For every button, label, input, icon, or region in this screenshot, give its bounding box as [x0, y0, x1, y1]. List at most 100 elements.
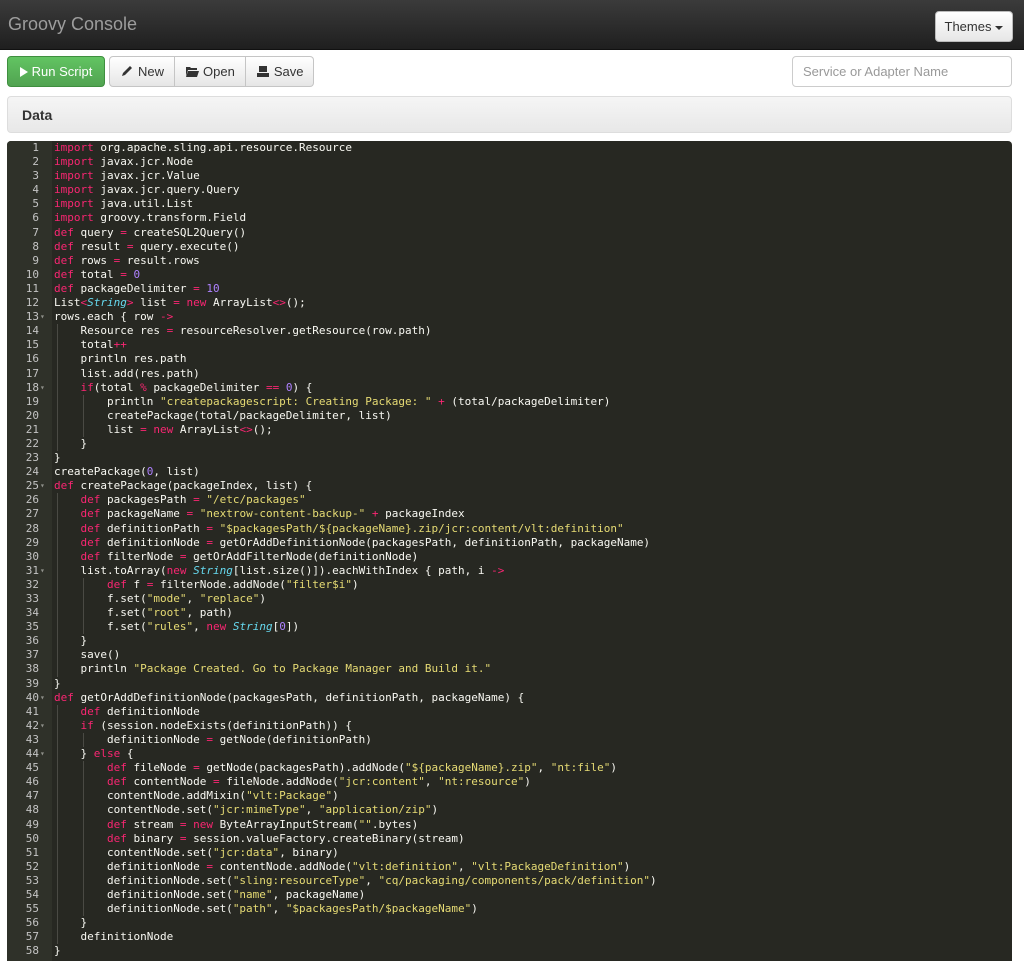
fold-arrow-icon[interactable]: ▾ [40, 747, 45, 761]
code-line[interactable]: 19 println "createpackagescript: Creatin… [7, 394, 1012, 409]
code-line[interactable]: 28 def definitionPath = "$packagesPath/$… [7, 521, 1012, 536]
line-number: 36 [25, 634, 39, 648]
save-button[interactable]: Save [245, 56, 315, 87]
save-label: Save [273, 64, 304, 79]
open-button[interactable]: Open [175, 56, 246, 87]
code-line[interactable]: 9 def rows = result.rows [7, 254, 1012, 268]
line-number: 17 [25, 366, 39, 380]
code-line[interactable]: 27 def packageName = "nextrow-content-ba… [7, 507, 1012, 522]
code-line[interactable]: 35 f.set("rules", new String[0]) [7, 620, 1012, 635]
code-line[interactable]: 25 ▾ def createPackage(packageIndex, list)… [7, 479, 1012, 493]
pencil-icon [122, 66, 132, 76]
code-line[interactable]: 23} [7, 451, 1012, 465]
code-line[interactable]: 16 println res.path [7, 352, 1012, 367]
code-text: def query = createSQL2Query() [54, 225, 247, 239]
fold-arrow-icon[interactable]: ▾ [40, 691, 45, 705]
line-number: 8 [32, 239, 39, 253]
data-panel-header[interactable]: Data [7, 96, 1012, 133]
service-name-input[interactable] [792, 56, 1012, 87]
code-line[interactable]: 58} [7, 944, 1012, 958]
code-line[interactable]: 1 import org.apache.sling.api.resource.Re… [7, 141, 1012, 155]
code-line[interactable]: 56 } [7, 916, 1012, 931]
code-line[interactable]: 52 definitionNode = contentNode.addNode(… [7, 859, 1012, 874]
line-number: 43 [25, 732, 39, 746]
code-line[interactable]: 5 import java.util.List [7, 197, 1012, 211]
code-line[interactable]: 42 ▾ if (session.nodeExists(definitionPat… [7, 718, 1012, 733]
code-line[interactable]: 55 definitionNode.set("path", "$packages… [7, 902, 1012, 917]
code-line[interactable]: 11 def packageDelimiter = 10 [7, 282, 1012, 296]
code-line[interactable]: 20 createPackage(total/packageDelimiter,… [7, 408, 1012, 423]
data-panel-title: Data [22, 107, 53, 123]
code-line[interactable]: 57 definitionNode [7, 930, 1012, 945]
code-line[interactable]: 7 def query = createSQL2Query() [7, 226, 1012, 240]
code-line[interactable]: 54 definitionNode.set("name", packageNam… [7, 887, 1012, 903]
code-line[interactable]: 2 import javax.jcr.Node [7, 155, 1012, 169]
line-number: 3 [32, 169, 39, 183]
code-text: definitionNode [54, 930, 174, 944]
code-line[interactable]: 41 def definitionNode [7, 704, 1012, 719]
themes-dropdown-button[interactable]: Themes [935, 11, 1013, 42]
line-number: 27 [25, 507, 39, 521]
code-line[interactable]: 4 import javax.jcr.query.Query [7, 183, 1012, 197]
code-line[interactable]: 26 def packagesPath = "/etc/packages" [7, 493, 1012, 508]
code-line[interactable]: 24 createPackage(0, list) [7, 465, 1012, 479]
code-line[interactable]: 53 definitionNode.set("sling:resourceTyp… [7, 873, 1012, 888]
app-title: Groovy Console [8, 14, 138, 34]
fold-arrow-icon[interactable]: ▾ [40, 564, 45, 578]
fold-arrow-icon[interactable]: ▾ [40, 381, 45, 395]
code-line[interactable]: 46 def contentNode = fileNode.addNode("j… [7, 775, 1012, 790]
fold-arrow-icon[interactable]: ▾ [40, 719, 45, 733]
code-line[interactable]: 17 list.add(res.path) [7, 366, 1012, 381]
code-text: def definitionPath = "$packagesPath/${pa… [80, 521, 624, 535]
code-line[interactable]: 44 ▾ } else { [7, 747, 1012, 762]
line-number: 28 [25, 521, 39, 535]
code-line[interactable]: 30 def filterNode = getOrAddFilterNode(d… [7, 549, 1012, 564]
code-line[interactable]: 47 contentNode.addMixin("vlt:Package") [7, 789, 1012, 804]
code-line[interactable]: 50 def binary = session.valueFactory.cre… [7, 831, 1012, 846]
code-line[interactable]: 6 import groovy.transform.Field [7, 211, 1012, 225]
new-button[interactable]: New [109, 56, 176, 87]
line-number: 19 [25, 394, 39, 408]
code-line[interactable]: 36 } [7, 634, 1012, 649]
code-line[interactable]: 45 def fileNode = getNode(packagesPath).… [7, 761, 1012, 776]
code-line[interactable]: 38 println "Package Created. Go to Packa… [7, 662, 1012, 677]
line-number: 58 [25, 944, 39, 958]
code-line[interactable]: 48 contentNode.set("jcr:mimeType", "appl… [7, 803, 1012, 818]
code-line[interactable]: 33 f.set("mode", "replace") [7, 592, 1012, 607]
code-line[interactable]: 29 def definitionNode = getOrAddDefiniti… [7, 535, 1012, 550]
folder-open-icon [186, 67, 200, 77]
code-line[interactable]: 34 f.set("root", path) [7, 606, 1012, 621]
code-line[interactable]: 39} [7, 677, 1012, 691]
file-button-group: New Open Save [109, 56, 315, 87]
code-line[interactable]: 3 import javax.jcr.Value [7, 169, 1012, 183]
code-line[interactable]: 10 def total = 0 [7, 268, 1012, 282]
fold-arrow-icon[interactable]: ▾ [40, 479, 45, 493]
line-number: 15 [25, 338, 39, 352]
code-text: list.add(res.path) [54, 366, 200, 380]
fold-arrow-icon[interactable]: ▾ [40, 310, 45, 324]
code-line[interactable]: 22 } [7, 436, 1012, 452]
line-number: 29 [25, 535, 39, 549]
code-text: definitionNode.set("path", "$packagesPat… [54, 902, 478, 916]
code-line[interactable]: 14 Resource res = resourceResolver.getRe… [7, 324, 1012, 339]
code-line[interactable]: 40 ▾ def getOrAddDefinitionNode(packagesPa… [7, 691, 1012, 705]
code-line[interactable]: 32 def f = filterNode.addNode("filter$i"… [7, 577, 1012, 592]
code-line[interactable]: 18 ▾ if(total % packageDelimiter == 0) { [7, 380, 1012, 395]
open-label: Open [203, 64, 235, 79]
code-line[interactable]: 15 total++ [7, 338, 1012, 353]
code-line[interactable]: 8 def result = query.execute() [7, 240, 1012, 254]
code-line[interactable]: 37 save() [7, 648, 1012, 663]
line-number: 41 [25, 704, 39, 718]
code-line[interactable]: 31 ▾ list.toArray(new String[list.size()]… [7, 563, 1012, 578]
code-editor[interactable]: 1 import org.apache.sling.api.resource.Re… [7, 141, 1012, 961]
line-number: 30 [25, 549, 39, 563]
code-line[interactable]: 49 def stream = new ByteArrayInputStream… [7, 817, 1012, 832]
code-line[interactable]: 51 contentNode.set("jcr:data", binary) [7, 845, 1012, 860]
run-script-button[interactable]: Run Script [7, 56, 105, 87]
themes-label: Themes [944, 19, 992, 34]
code-line[interactable]: 12 List<String> list = new ArrayList<>(); [7, 296, 1012, 310]
code-line[interactable]: 21 list = new ArrayList<>(); [7, 422, 1012, 437]
code-line[interactable]: 43 definitionNode = getNode(definitionPa… [7, 732, 1012, 748]
code-text: def rows = result.rows [54, 253, 200, 267]
code-line[interactable]: 13 ▾ rows.each { row -> [7, 310, 1012, 324]
